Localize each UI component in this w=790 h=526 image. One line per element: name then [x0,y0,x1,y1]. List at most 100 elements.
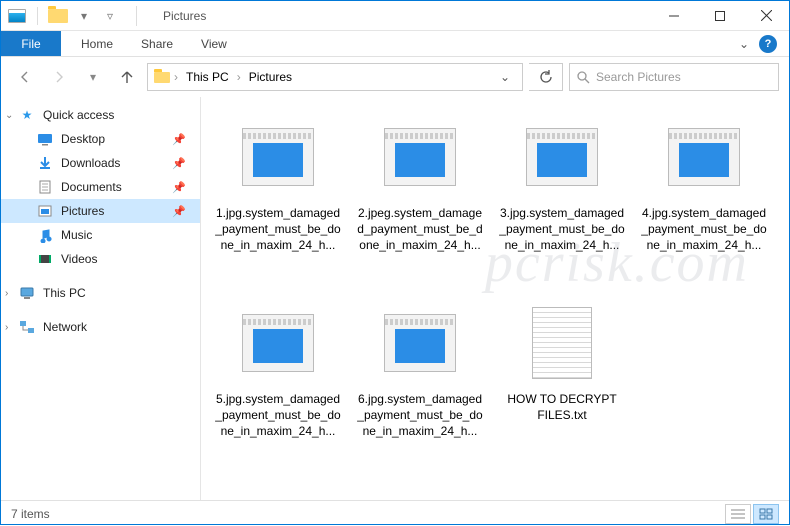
file-item[interactable]: 5.jpg.system_damaged_payment_must_be_don… [207,291,349,477]
recent-dropdown-icon[interactable]: ▾ [79,63,107,91]
file-thumbnail [372,117,468,197]
breadcrumb-folder-icon [154,69,170,85]
sidebar-this-pc[interactable]: › This PC [1,281,200,305]
chevron-right-icon[interactable]: › [174,70,178,84]
up-button[interactable] [113,63,141,91]
computer-icon [19,285,35,301]
sidebar-label: This PC [43,286,86,300]
help-button[interactable]: ? [759,35,777,53]
chevron-right-icon[interactable]: › [237,70,241,84]
back-button[interactable] [11,63,39,91]
chevron-right-icon[interactable]: › [5,322,8,333]
search-placeholder: Search Pictures [596,70,681,84]
downloads-icon [37,155,53,171]
pin-icon: 📌 [172,181,186,194]
file-item[interactable]: 3.jpg.system_damaged_payment_must_be_don… [491,105,633,291]
sidebar-item-pictures[interactable]: Pictures 📌 [1,199,200,223]
videos-icon [37,251,53,267]
forward-button[interactable] [45,63,73,91]
sidebar-item-documents[interactable]: Documents📌 [1,175,200,199]
text-file-icon [532,307,592,379]
tab-share[interactable]: Share [127,31,187,56]
image-file-icon [384,128,456,186]
sidebar-item-label: Videos [61,252,97,266]
pin-icon: 📌 [172,205,186,218]
qat-overflow-icon[interactable]: ▿ [100,8,120,24]
maximize-button[interactable] [697,1,743,31]
search-input[interactable]: Search Pictures [569,63,779,91]
main-area: ⌄ ★ Quick access Desktop📌Downloads📌Docum… [1,97,789,500]
minimize-button[interactable] [651,1,697,31]
file-thumbnail [514,303,610,383]
file-name: 4.jpg.system_damaged_payment_must_be_don… [641,205,767,254]
ribbon: File Home Share View ⌄ ? [1,31,789,57]
image-file-icon [242,314,314,372]
music-icon [37,227,53,243]
sidebar-item-label: Desktop [61,132,105,146]
folder-icon [48,8,68,24]
item-count: 7 items [11,507,50,521]
tab-view[interactable]: View [187,31,241,56]
file-item[interactable]: HOW TO DECRYPT FILES.txt [491,291,633,477]
address-bar: ▾ › This PC › Pictures ⌄ Search Pictures [1,57,789,97]
documents-icon [37,179,53,195]
qat-separator [37,7,38,25]
window-title: Pictures [147,9,206,23]
sidebar-quick-access[interactable]: ⌄ ★ Quick access [1,103,200,127]
pin-icon: 📌 [172,133,186,146]
file-item[interactable]: 4.jpg.system_damaged_payment_must_be_don… [633,105,775,291]
star-icon: ★ [19,107,35,123]
sidebar-item-label: Pictures [61,204,104,218]
close-button[interactable] [743,1,789,31]
sidebar-item-music[interactable]: Music [1,223,200,247]
file-name: HOW TO DECRYPT FILES.txt [499,391,625,423]
titlebar-separator [136,6,137,26]
quick-access-toolbar: ▾ ▿ [1,7,126,25]
sidebar-item-label: Music [61,228,92,242]
file-thumbnail [514,117,610,197]
qat-dropdown-icon[interactable]: ▾ [74,8,94,24]
details-view-button[interactable] [725,504,751,524]
view-toggle [725,504,779,524]
file-thumbnail [372,303,468,383]
thumbnails-view-button[interactable] [753,504,779,524]
network-icon [19,319,35,335]
image-file-icon [384,314,456,372]
chevron-right-icon[interactable]: › [5,288,8,299]
file-name: 3.jpg.system_damaged_payment_must_be_don… [499,205,625,254]
sidebar-label: Network [43,320,87,334]
sidebar-item-desktop[interactable]: Desktop 📌 [1,127,200,151]
file-tab[interactable]: File [1,31,61,56]
sidebar-item-downloads[interactable]: Downloads📌 [1,151,200,175]
file-item[interactable]: 2.jpeg.system_damaged_payment_must_be_do… [349,105,491,291]
crumb-this-pc[interactable]: This PC [182,70,233,84]
refresh-button[interactable] [529,63,563,91]
file-list[interactable]: 1.jpg.system_damaged_payment_must_be_don… [201,97,789,500]
tab-home[interactable]: Home [67,31,127,56]
image-file-icon [242,128,314,186]
sidebar-item-videos[interactable]: Videos [1,247,200,271]
status-bar: 7 items [1,500,789,526]
titlebar: ▾ ▿ Pictures [1,1,789,31]
breadcrumb[interactable]: › This PC › Pictures ⌄ [147,63,523,91]
file-thumbnail [230,117,326,197]
file-name: 2.jpeg.system_damaged_payment_must_be_do… [357,205,483,254]
file-name: 5.jpg.system_damaged_payment_must_be_don… [215,391,341,440]
file-item[interactable]: 6.jpg.system_damaged_payment_must_be_don… [349,291,491,477]
crumb-pictures[interactable]: Pictures [245,70,296,84]
file-thumbnail [656,117,752,197]
file-thumbnail [230,303,326,383]
chevron-down-icon[interactable]: ⌄ [5,110,13,121]
pin-icon: 📌 [172,157,186,170]
file-name: 6.jpg.system_damaged_payment_must_be_don… [357,391,483,440]
breadcrumb-dropdown-icon[interactable]: ⌄ [494,70,516,84]
image-file-icon [668,128,740,186]
navigation-pane: ⌄ ★ Quick access Desktop📌Downloads📌Docum… [1,97,201,500]
window-controls [651,1,789,31]
app-icon [7,8,27,24]
sidebar-network[interactable]: › Network [1,315,200,339]
ribbon-expand-icon[interactable]: ⌄ [739,37,749,51]
file-item[interactable]: 1.jpg.system_damaged_payment_must_be_don… [207,105,349,291]
desktop-icon [37,131,53,147]
sidebar-label: Quick access [43,108,114,122]
